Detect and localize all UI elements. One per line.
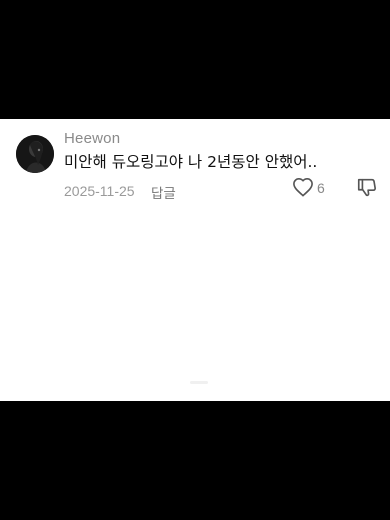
avatar[interactable] <box>16 135 54 173</box>
comment-text: 미안해 듀오링고야 나 2년동안 안했어.. <box>64 153 318 171</box>
comment-item: Heewon 미안해 듀오링고야 나 2년동안 안했어.. 2025-11-25… <box>0 119 390 209</box>
avatar-image <box>16 135 54 173</box>
comment-panel: Heewon 미안해 듀오링고야 나 2년동안 안했어.. 2025-11-25… <box>0 119 390 401</box>
reply-button[interactable]: 답글 <box>151 182 176 202</box>
comment-date: 2025-11-25 <box>64 183 135 199</box>
scroll-indicator <box>190 381 208 384</box>
like-count: 6 <box>317 180 325 196</box>
thumbs-down-icon <box>357 178 377 197</box>
heart-outline-icon <box>293 178 313 197</box>
like-button[interactable] <box>292 177 314 197</box>
dislike-button[interactable] <box>356 176 378 198</box>
comment-username[interactable]: Heewon <box>64 130 120 147</box>
